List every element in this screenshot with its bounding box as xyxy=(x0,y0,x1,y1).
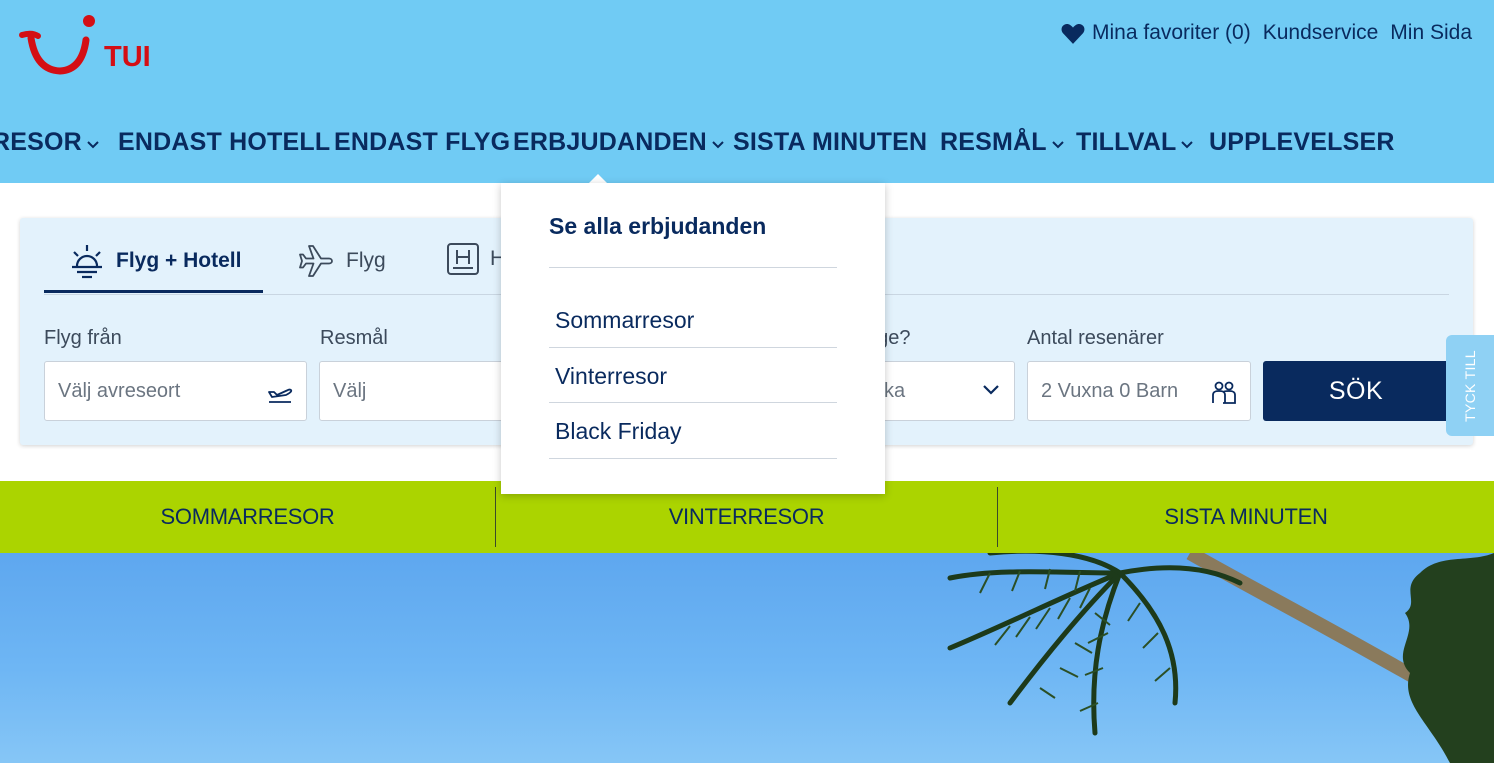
chevron-down-icon xyxy=(712,140,724,148)
dropdown-see-all-link[interactable]: Se alla erbjudanden xyxy=(549,213,766,240)
palm-tree-illustration xyxy=(947,553,1494,763)
tab-label: Flyg xyxy=(346,249,386,272)
search-button[interactable]: SÖK xyxy=(1263,361,1449,421)
people-icon xyxy=(1212,381,1236,404)
plane-icon xyxy=(299,245,333,277)
chevron-down-icon xyxy=(983,385,999,395)
feedback-label: TYCK TILL xyxy=(1462,349,1479,422)
erbjudanden-dropdown: Se alla erbjudanden Sommarresor Vinterre… xyxy=(501,183,885,494)
customer-service-link[interactable]: Kundservice xyxy=(1263,21,1379,45)
destination-label: Resmål xyxy=(320,327,388,349)
nav-item-resmal[interactable]: RESMÅL xyxy=(940,128,1065,157)
from-field[interactable]: Välj avreseort xyxy=(44,361,307,421)
divider xyxy=(549,458,837,459)
nav-item-resor[interactable]: RESOR xyxy=(0,128,100,157)
site-header: TUI Mina favoriter (0) Kundservice Min S… xyxy=(0,0,1494,183)
quick-link-sommarresor[interactable]: SOMMARRESOR xyxy=(0,481,495,553)
nav-item-tillval[interactable]: TILLVAL xyxy=(1076,128,1194,157)
active-tab-indicator xyxy=(44,290,263,293)
tab-flyg-hotell[interactable]: Flyg + Hotell xyxy=(68,242,241,280)
travellers-value: 2 Vuxna 0 Barn xyxy=(1041,379,1179,402)
destination-field[interactable]: Välj xyxy=(319,361,519,421)
dropdown-item-black-friday[interactable]: Black Friday xyxy=(555,418,682,445)
feedback-tab[interactable]: TYCK TILL xyxy=(1446,335,1494,436)
travellers-field[interactable]: 2 Vuxna 0 Barn xyxy=(1027,361,1251,421)
hero-image xyxy=(0,553,1494,763)
favorites-link[interactable]: Mina favoriter (0) xyxy=(1060,20,1251,46)
tab-label: Flyg + Hotell xyxy=(116,249,242,272)
dropdown-item-vinterresor[interactable]: Vinterresor xyxy=(555,363,667,390)
chevron-down-icon xyxy=(87,140,99,148)
tui-wordmark: TUI xyxy=(104,41,151,73)
quick-link-sista-minuten[interactable]: SISTA MINUTEN xyxy=(998,481,1494,553)
sun-horizon-icon xyxy=(72,245,102,279)
nav-item-sista-minuten[interactable]: SISTA MINUTEN xyxy=(733,128,927,157)
chevron-down-icon xyxy=(1181,140,1194,148)
travellers-label: Antal resenärer xyxy=(1027,327,1164,349)
from-label: Flyg från xyxy=(44,327,122,349)
divider xyxy=(549,267,837,268)
destination-placeholder: Välj xyxy=(333,379,367,402)
my-page-link[interactable]: Min Sida xyxy=(1390,21,1472,45)
plane-departure-icon xyxy=(268,388,293,403)
tab-hotell[interactable]: H xyxy=(446,242,505,276)
nav-item-endast-flyg[interactable]: ENDAST FLYG xyxy=(334,128,510,157)
utility-nav: Mina favoriter (0) Kundservice Min Sida xyxy=(1060,20,1472,46)
tab-flyg[interactable]: Flyg xyxy=(298,242,386,280)
divider xyxy=(549,347,837,348)
tui-logo[interactable]: TUI xyxy=(18,14,168,78)
hotel-icon xyxy=(447,243,479,275)
heart-icon xyxy=(1061,24,1085,44)
favorites-label: Mina favoriter (0) xyxy=(1092,21,1251,44)
chevron-down-icon xyxy=(1052,140,1064,148)
divider xyxy=(549,402,837,403)
nav-item-endast-hotell[interactable]: ENDAST HOTELL xyxy=(118,128,330,157)
nav-item-erbjudanden[interactable]: ERBJUDANDEN xyxy=(513,128,725,157)
from-placeholder: Välj avreseort xyxy=(58,379,181,402)
dropdown-item-sommarresor[interactable]: Sommarresor xyxy=(555,307,694,334)
nav-item-upplevelser[interactable]: UPPLEVELSER xyxy=(1209,128,1395,157)
